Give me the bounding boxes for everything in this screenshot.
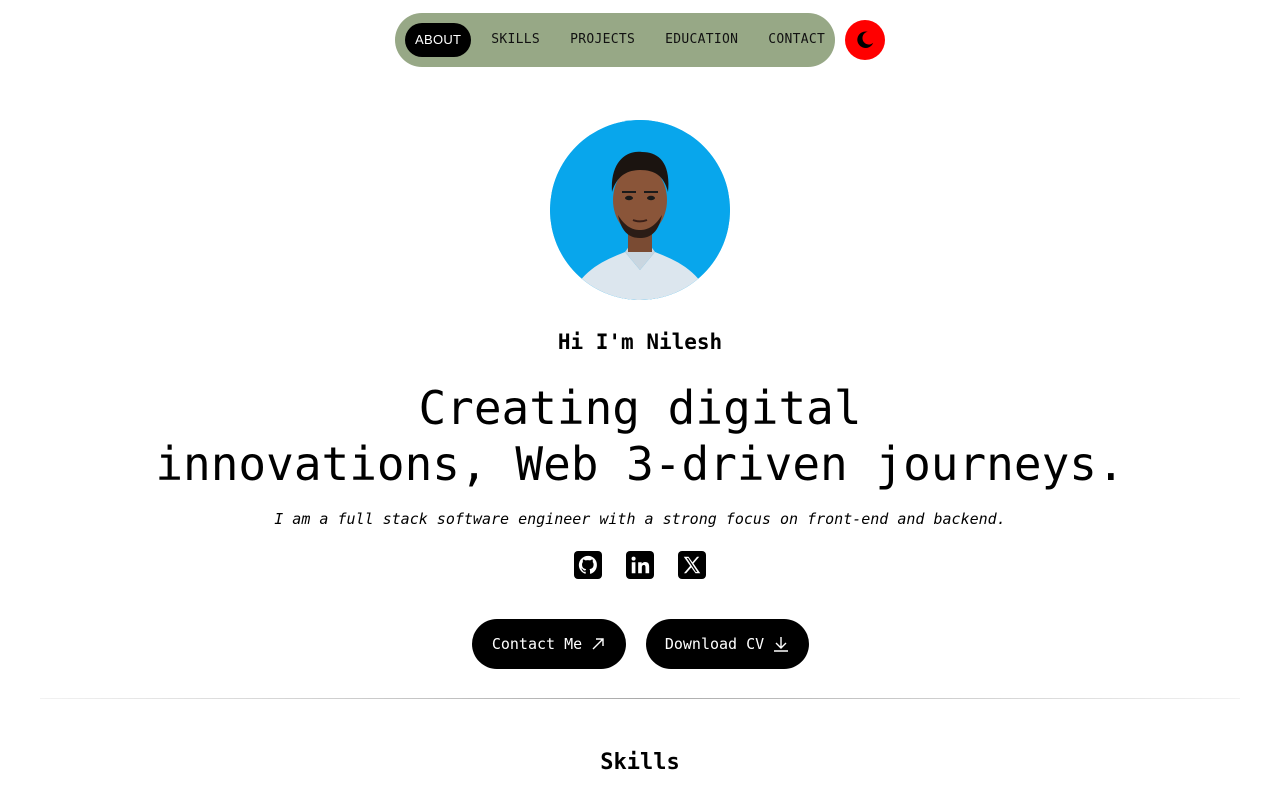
section-divider: [40, 698, 1240, 699]
linkedin-link[interactable]: [626, 551, 654, 579]
hero-headline: Creating digital innovations, Web 3-driv…: [140, 380, 1140, 492]
github-link[interactable]: [574, 551, 602, 579]
portfolio-page: ABOUT SKILLS PROJECTS EDUCATION CONTACT: [0, 0, 1280, 800]
linkedin-icon: [631, 556, 650, 574]
top-nav: ABOUT SKILLS PROJECTS EDUCATION CONTACT: [395, 13, 835, 67]
social-links: [574, 551, 706, 579]
contact-me-button[interactable]: Contact Me: [472, 619, 626, 669]
profile-photo: [550, 120, 730, 300]
nav-item-contact[interactable]: CONTACT: [758, 23, 835, 57]
nav-item-about[interactable]: ABOUT: [405, 23, 472, 57]
skills-section-title: Skills: [600, 750, 680, 775]
greeting-text: Hi I'm Nilesh: [557, 330, 723, 354]
moon-icon: [857, 31, 874, 48]
profile-avatar: [550, 120, 730, 300]
x-twitter-icon: [683, 556, 701, 574]
arrow-up-right-icon: [592, 638, 604, 650]
contact-me-label: Contact Me: [491, 635, 583, 653]
theme-toggle-button[interactable]: [845, 20, 885, 60]
nav-item-projects[interactable]: PROJECTS: [560, 23, 645, 57]
nav-item-skills[interactable]: SKILLS: [481, 23, 550, 57]
headline-line-2: innovations, Web 3-driven journeys.: [155, 437, 1125, 491]
x-twitter-link[interactable]: [678, 551, 706, 579]
github-icon: [578, 555, 597, 574]
download-icon: [774, 637, 789, 652]
hero-tagline: I am a full stack software engineer with…: [274, 510, 1006, 528]
headline-line-1: Creating digital: [418, 381, 862, 435]
nav-item-education[interactable]: EDUCATION: [655, 23, 748, 57]
download-cv-button[interactable]: Download CV: [646, 619, 809, 669]
download-cv-label: Download CV: [664, 635, 765, 653]
